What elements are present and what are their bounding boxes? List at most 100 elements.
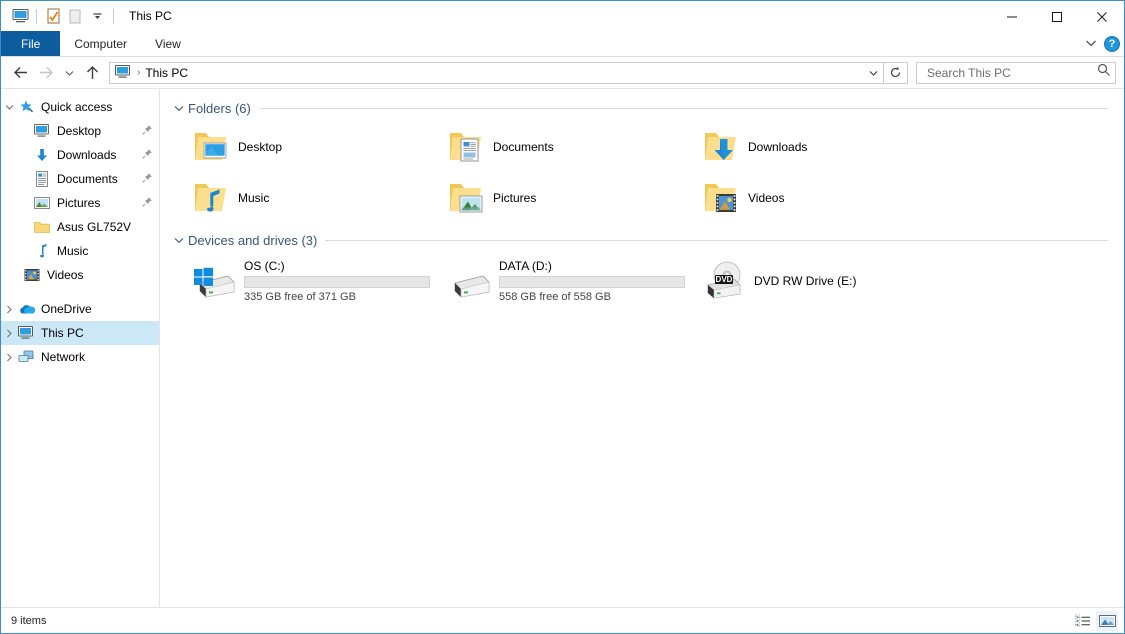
list-item[interactable]: Pictures [441, 172, 696, 223]
chevron-right-icon[interactable] [1, 329, 17, 338]
folder-documents-icon [445, 126, 487, 168]
chevron-right-icon[interactable] [1, 353, 17, 362]
pin-icon[interactable] [141, 124, 153, 138]
address-field[interactable]: › This PC [109, 61, 884, 84]
address-this-pc-icon [115, 64, 131, 81]
film-strip-icon [23, 267, 41, 283]
list-item[interactable]: OS (C:) 335 GB free of 371 GB [186, 253, 441, 308]
recent-locations-chevron-icon[interactable] [59, 60, 79, 86]
properties-icon[interactable] [42, 5, 64, 27]
pin-icon[interactable] [141, 172, 153, 186]
folder-videos-icon [700, 177, 742, 219]
window-body: Quick access Desktop Downloads Documents… [1, 88, 1124, 607]
sidebar-item-music[interactable]: Music [1, 239, 159, 263]
list-item[interactable]: Videos [696, 172, 951, 223]
group-collapse-chevron-icon[interactable] [174, 237, 188, 244]
address-bar: › This PC [1, 57, 1124, 88]
sidebar-label: Network [41, 350, 86, 364]
address-dropdown-chevron-icon[interactable] [863, 63, 883, 83]
chevron-right-icon[interactable] [1, 305, 17, 314]
item-label: Desktop [238, 139, 283, 154]
this-pc-titlebar-icon[interactable] [9, 5, 31, 27]
group-divider-line [258, 107, 1108, 109]
group-collapse-chevron-icon[interactable] [174, 105, 188, 112]
new-folder-icon[interactable] [64, 5, 86, 27]
quick-access-toolbar [1, 5, 119, 27]
close-button[interactable] [1079, 1, 1124, 32]
list-item[interactable]: Desktop [186, 121, 441, 172]
sidebar-label: Music [57, 244, 89, 258]
up-button[interactable] [79, 60, 105, 86]
this-pc-monitor-icon [17, 325, 35, 341]
sidebar-item-videos[interactable]: Videos [1, 263, 159, 287]
search-icon [1097, 63, 1111, 82]
list-item[interactable]: Music [186, 172, 441, 223]
drive-free-space: 558 GB free of 558 GB [499, 290, 611, 303]
drive-usage-bar [244, 275, 430, 288]
tab-computer[interactable]: Computer [60, 31, 141, 56]
ribbon-expand-chevron-icon[interactable] [1084, 35, 1098, 53]
breadcrumb-this-pc[interactable]: This PC [145, 66, 188, 80]
sidebar-label: Downloads [57, 148, 117, 162]
back-button[interactable] [7, 60, 33, 86]
onedrive-cloud-icon [17, 301, 35, 317]
sidebar-item-onedrive[interactable]: OneDrive [1, 297, 159, 321]
sidebar-label: Pictures [57, 196, 101, 210]
download-arrow-icon [33, 147, 51, 163]
drive-name: DVD RW Drive (E:) [754, 273, 857, 288]
forward-button[interactable] [33, 60, 59, 86]
sidebar-item-network[interactable]: Network [1, 345, 159, 369]
window-title: This PC [129, 9, 172, 23]
folder-downloads-icon [700, 126, 742, 168]
drive-usage-bar [499, 275, 685, 288]
qat-divider-2 [113, 8, 114, 24]
customize-qat-chevron-icon[interactable] [86, 5, 108, 27]
search-box[interactable] [916, 61, 1116, 84]
refresh-button[interactable] [884, 61, 908, 84]
group-header-devices[interactable]: Devices and drives (3) [174, 229, 1124, 251]
hard-drive-icon [445, 258, 495, 304]
tab-view[interactable]: View [141, 31, 195, 56]
item-label: Pictures [493, 190, 537, 205]
sidebar-label: OneDrive [41, 302, 92, 316]
tab-file[interactable]: File [1, 31, 61, 56]
sidebar-item-desktop[interactable]: Desktop [1, 119, 159, 143]
search-input[interactable] [925, 64, 1097, 81]
item-label: Documents [493, 139, 554, 154]
large-icons-view-button[interactable] [1096, 610, 1118, 631]
group-title: Folders (6) [188, 100, 251, 116]
sidebar-item-this-pc[interactable]: This PC [1, 321, 159, 345]
sidebar-label: Asus GL752V [57, 220, 132, 234]
star-pin-icon [17, 99, 35, 115]
details-view-button[interactable] [1072, 611, 1094, 631]
sidebar-item-pictures[interactable]: Pictures [1, 191, 159, 215]
sidebar-item-asus-gl752v[interactable]: Asus GL752V [1, 215, 159, 239]
sidebar-label: Quick access [41, 100, 113, 114]
list-item[interactable]: DVD DVD RW Drive (E:) [696, 253, 951, 308]
list-item[interactable]: Downloads [696, 121, 951, 172]
sidebar-item-quick-access[interactable]: Quick access [1, 95, 159, 119]
group-divider-line [325, 239, 1108, 241]
drive-name: OS (C:) [244, 258, 285, 273]
group-header-folders[interactable]: Folders (6) [174, 97, 1124, 119]
pin-icon[interactable] [141, 196, 153, 210]
chevron-down-icon[interactable] [1, 104, 17, 111]
maximize-button[interactable] [1034, 1, 1079, 32]
music-note-icon [33, 243, 51, 259]
drive-name: DATA (D:) [499, 258, 552, 273]
dvd-drive-icon: DVD [700, 258, 750, 304]
pin-icon[interactable] [141, 148, 153, 162]
drive-info: DATA (D:) 558 GB free of 558 GB [499, 259, 685, 303]
file-list-pane: Folders (6) Desktop Documents Downloads … [160, 89, 1124, 607]
list-item[interactable]: Documents [441, 121, 696, 172]
sidebar-item-downloads[interactable]: Downloads [1, 143, 159, 167]
list-item[interactable]: DATA (D:) 558 GB free of 558 GB [441, 253, 696, 308]
folder-icon [33, 219, 51, 235]
picture-icon [33, 195, 51, 211]
sidebar-item-documents[interactable]: Documents [1, 167, 159, 191]
minimize-button[interactable] [989, 1, 1034, 32]
ribbon-right-controls: ? [1084, 31, 1120, 57]
drive-info: DVD RW Drive (E:) [754, 274, 856, 288]
ribbon-tabs: File Computer View ? [1, 31, 1124, 57]
help-icon[interactable]: ? [1104, 36, 1120, 52]
